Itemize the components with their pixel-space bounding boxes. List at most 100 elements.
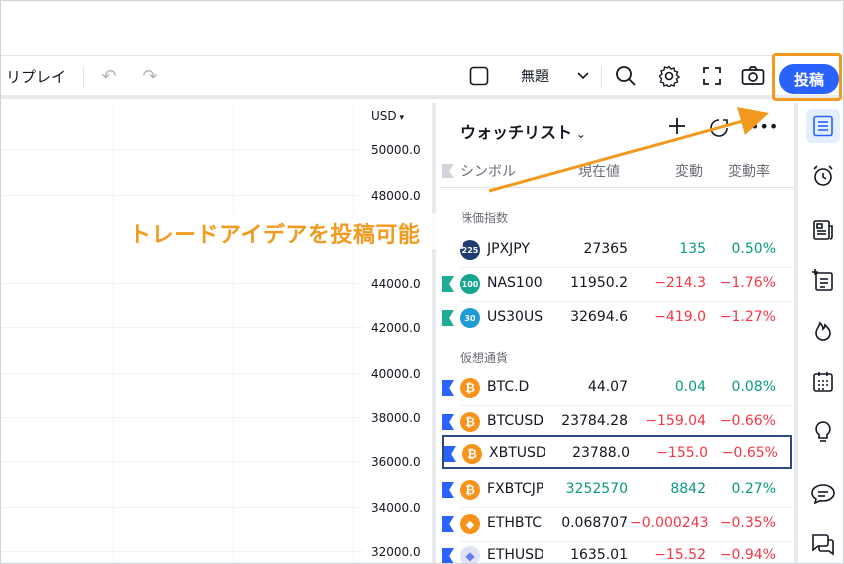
change-percent: −0.35% xyxy=(719,515,776,531)
bitcoin-icon: ₿ xyxy=(462,444,482,464)
change-percent: 0.08% xyxy=(731,379,776,395)
list-item-selected[interactable]: ₿ XBTUSD 23788.0 −155.0 −0.65% xyxy=(442,435,792,469)
column-header-price[interactable]: 現在値 xyxy=(578,161,620,181)
lightbulb-icon[interactable] xyxy=(806,415,840,449)
add-list-icon[interactable] xyxy=(806,263,840,297)
list-item[interactable]: ₿ FXBTCJPY 3252570 8842 0.27% xyxy=(440,473,794,507)
flag-icon[interactable] xyxy=(442,276,454,292)
change-value: −0.000243 xyxy=(630,515,709,531)
list-item[interactable]: ◆ ETHUSD 1635.01 −15.52 −0.94% xyxy=(440,539,794,563)
chart-area[interactable]: USD ▾ 50000.0 48000.0 44000.0 42000.0 40… xyxy=(1,103,436,563)
price-label: 34000.0 xyxy=(371,501,421,515)
chevron-down-icon[interactable] xyxy=(571,56,595,96)
toolbar-divider xyxy=(83,66,84,88)
column-header-change[interactable]: 変動 xyxy=(675,161,703,181)
more-options-icon[interactable]: ••• xyxy=(750,117,778,136)
change-value: −159.04 xyxy=(645,413,706,429)
grid-line xyxy=(1,551,363,552)
flag-icon[interactable] xyxy=(442,380,454,396)
price-label: 38000.0 xyxy=(371,411,421,425)
hotlist-flame-icon[interactable] xyxy=(806,313,840,347)
layout-square-icon[interactable] xyxy=(466,56,492,96)
flag-column-icon[interactable] xyxy=(442,164,454,178)
symbol-name: XBTUSD xyxy=(489,445,545,461)
change-percent: −0.66% xyxy=(719,413,776,429)
grid-line xyxy=(1,461,363,462)
column-header-percent[interactable]: 変動率 xyxy=(728,161,770,181)
ethereum-bitcoin-icon: ◆ xyxy=(460,514,480,534)
section-crypto[interactable]: 仮想通貨 xyxy=(460,349,508,366)
chat-icon[interactable] xyxy=(806,477,840,511)
search-icon[interactable] xyxy=(612,56,640,96)
toolbar-divider xyxy=(601,66,602,88)
top-toolbar: リプレイ ↶ ↷ 無題 投稿 xyxy=(1,55,843,99)
news-icon[interactable] xyxy=(806,213,840,247)
grid-line xyxy=(1,149,363,150)
symbol-logo: 225 xyxy=(460,240,480,260)
flag-icon[interactable] xyxy=(442,516,454,532)
change-value: 8842 xyxy=(670,481,706,497)
list-item[interactable]: 100 NAS100USD 11950.2 −214.3 −1.76% xyxy=(440,267,794,301)
grid-line xyxy=(113,103,114,563)
symbol-name: US30USD xyxy=(487,309,543,325)
replay-button[interactable]: リプレイ xyxy=(1,56,71,96)
right-sidebar xyxy=(794,103,843,563)
undo-icon[interactable]: ↶ xyxy=(97,56,121,96)
calendar-icon[interactable] xyxy=(806,365,840,399)
change-percent: −0.94% xyxy=(719,547,776,563)
last-price: 3252570 xyxy=(565,481,628,497)
watchlist-title[interactable]: ウォッチリスト ⌄ xyxy=(460,119,586,143)
last-price: 27365 xyxy=(583,241,628,257)
symbol-name: NAS100USD xyxy=(487,275,543,291)
list-item[interactable]: ₿ BTC.D 44.07 0.04 0.08% xyxy=(440,371,794,405)
change-percent: −1.76% xyxy=(719,275,776,291)
redo-icon[interactable]: ↷ xyxy=(138,56,162,96)
layout-name[interactable]: 無題 xyxy=(513,56,557,96)
price-axis[interactable]: USD ▾ 50000.0 48000.0 44000.0 42000.0 40… xyxy=(363,103,436,563)
last-price: 0.068707 xyxy=(561,515,628,531)
flag-icon[interactable] xyxy=(442,548,454,563)
flag-icon[interactable] xyxy=(444,446,456,462)
change-value: −214.3 xyxy=(654,275,706,291)
price-label: 50000.0 xyxy=(371,143,421,157)
last-price: 44.07 xyxy=(587,379,628,395)
flag-icon[interactable] xyxy=(442,414,454,430)
bitcoin-icon: ₿ xyxy=(460,480,480,500)
change-percent: 0.27% xyxy=(731,481,776,497)
flag-icon[interactable] xyxy=(442,310,454,326)
gear-icon[interactable] xyxy=(655,56,683,96)
list-item[interactable]: 30 US30USD 32694.6 −419.0 −1.27% xyxy=(440,301,794,335)
change-percent: −0.65% xyxy=(721,445,778,461)
section-indices[interactable]: 株価指数 xyxy=(460,209,508,226)
watchlist-icon[interactable] xyxy=(806,109,840,143)
camera-icon[interactable] xyxy=(739,56,767,96)
symbol-name: BTC.D xyxy=(487,379,530,395)
alarm-clock-icon[interactable] xyxy=(806,159,840,193)
symbol-name: ETHBTC xyxy=(487,515,543,531)
list-item[interactable]: 225 JPXJPY 27365 135 0.50% xyxy=(440,233,794,267)
messages-icon[interactable] xyxy=(806,527,840,561)
change-percent: −1.27% xyxy=(719,309,776,325)
grid-line xyxy=(1,417,363,418)
add-symbol-icon[interactable] xyxy=(668,117,686,140)
currency-selector[interactable]: USD ▾ xyxy=(371,109,404,123)
advanced-view-icon[interactable] xyxy=(708,117,730,144)
price-label: 44000.0 xyxy=(371,277,421,291)
symbol-name: FXBTCJPY xyxy=(487,481,543,497)
last-price: 32694.6 xyxy=(570,309,628,325)
flag-icon[interactable] xyxy=(442,482,454,498)
symbol-name: JPXJPY xyxy=(487,241,530,257)
column-header-symbol[interactable]: シンボル xyxy=(460,161,516,181)
last-price: 1635.01 xyxy=(570,547,628,563)
symbol-name: ETHUSD xyxy=(487,547,543,563)
list-item[interactable]: ₿ BTCUSD 23784.28 −159.04 −0.66% xyxy=(440,405,794,439)
header-divider xyxy=(440,187,794,188)
grid-line xyxy=(1,195,363,196)
grid-line xyxy=(1,327,363,328)
last-price: 23784.28 xyxy=(561,413,628,429)
grid-line xyxy=(1,373,363,374)
fullscreen-icon[interactable] xyxy=(698,56,726,96)
price-label: 48000.0 xyxy=(371,189,421,203)
list-item[interactable]: ◆ ETHBTC 0.068707 −0.000243 −0.35% xyxy=(440,507,794,541)
change-value: −419.0 xyxy=(654,309,706,325)
